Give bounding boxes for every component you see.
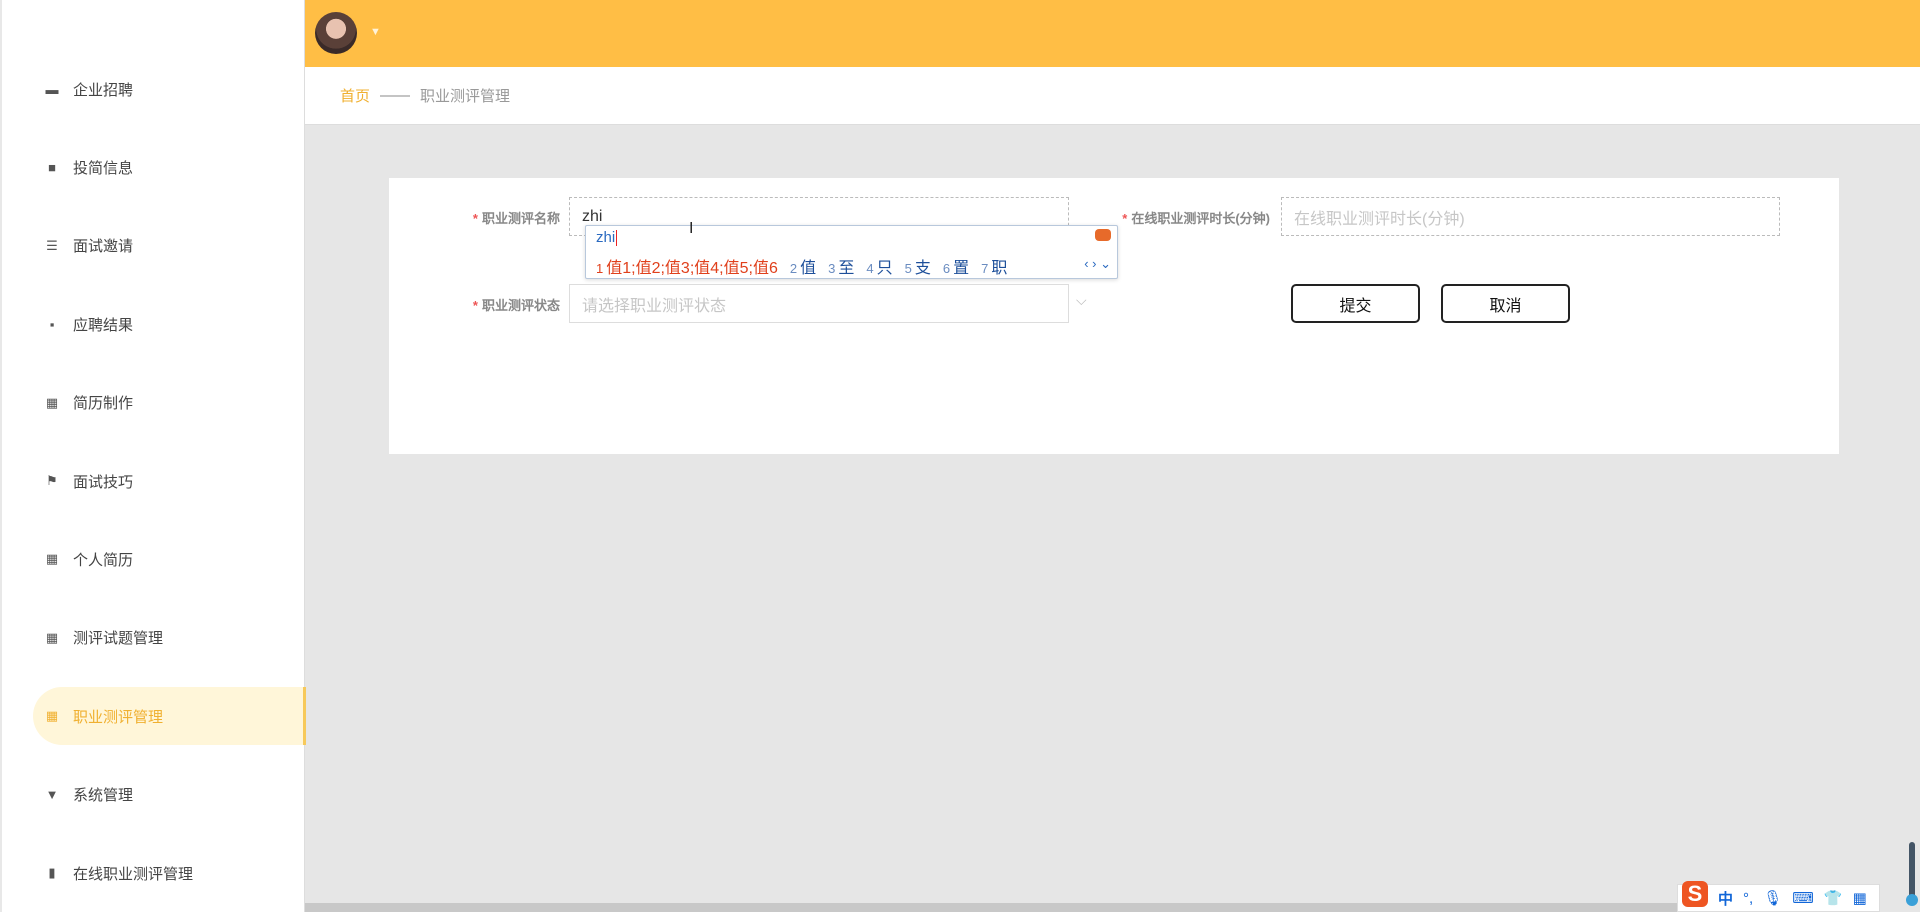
sidebar-item[interactable]: ▦ 个人简历 (33, 530, 306, 588)
volume-slider[interactable] (1906, 842, 1918, 906)
flag-icon: ⚑ (46, 473, 58, 488)
candidate-number: 6 (942, 261, 951, 276)
sidebar-item-label: 测评试题管理 (73, 630, 164, 648)
sidebar-item-label: 个人简历 (73, 551, 134, 569)
user-avatar[interactable] (315, 12, 357, 54)
keyboard-icon[interactable]: ⌨ (1792, 889, 1814, 907)
duration-input[interactable]: 在线职业测评时长(分钟) (1281, 197, 1780, 236)
ime-next-icon[interactable]: ‹ › ⌄ (1084, 256, 1111, 272)
required-mark: * (1122, 211, 1128, 226)
chat-icon: ▪ (49, 316, 55, 332)
candidate-text: 至 (838, 260, 855, 277)
ime-candidates: 1 值1;值2;值3;值4;值5;值6 2 值 3 至 4 只 5 支 6 置 7 职 (596, 254, 1007, 278)
ime-pinyin: zhi (596, 229, 616, 246)
monitor-icon: ▬ (45, 81, 59, 97)
breadcrumb: 首页 —— 职业测评管理 (305, 67, 1920, 125)
text-cursor-icon: I (689, 220, 694, 237)
breadcrumb-separator: —— (380, 87, 411, 104)
chevron-down-icon[interactable]: ⌵ (1076, 292, 1087, 309)
ime-mode-toggle[interactable]: 中 (1718, 888, 1733, 909)
candidate-text: 支 (914, 260, 931, 277)
status-label: * 职业测评状态 (400, 295, 560, 314)
ime-candidate-popup: zhi 1 值1;值2;值3;值4;值5;值6 2 值 3 至 4 只 5 支 6 置 7 职 ‹ › ⌄ (585, 225, 1118, 279)
sidebar-item-label: 职业测评管理 (73, 708, 164, 726)
sidebar-item[interactable]: ▦ 简历制作 (33, 374, 306, 432)
candidate-text: 只 (876, 260, 893, 277)
skin-shirt-icon[interactable]: 👕 (1824, 889, 1843, 907)
sidebar-item-label: 简历制作 (73, 395, 134, 413)
required-mark: * (472, 211, 478, 226)
breadcrumb-current: 职业测评管理 (420, 88, 511, 105)
candidate-number: 7 (981, 261, 989, 276)
sogou-logo-icon[interactable]: S (1682, 881, 1708, 907)
candidate-number: 4 (866, 261, 874, 276)
candidate-number: 1 (596, 261, 604, 276)
candidate-text: 职 (991, 260, 1008, 277)
submit-button[interactable]: 提交 (1291, 284, 1420, 323)
stamp-icon: ▼ (45, 787, 59, 803)
sidebar-item[interactable]: ▬ 企业招聘 (33, 60, 306, 118)
microphone-icon[interactable]: 🎙 (1763, 889, 1782, 907)
sidebar-item[interactable]: ▦ 职业测评管理 (33, 687, 306, 746)
sidebar-item-label: 在线职业测评管理 (73, 865, 194, 883)
grid-icon: ▦ (45, 629, 59, 645)
duration-placeholder: 在线职业测评时长(分钟) (1294, 210, 1465, 228)
required-mark: * (472, 298, 478, 313)
candidate-number: 5 (904, 261, 912, 276)
caret-down-icon[interactable]: ▼ (370, 26, 381, 38)
ime-candidate[interactable]: 3至 (828, 254, 854, 278)
status-label-text: 职业测评状态 (481, 298, 560, 313)
ime-candidate[interactable]: 5支 (905, 254, 931, 278)
sidebar-item-label: 面试邀请 (73, 238, 134, 256)
top-header: ▼ (305, 0, 1920, 67)
ime-candidate[interactable]: 7职 (981, 254, 1007, 278)
ime-toolbar: S 中 °, 🎙 ⌨ 👕 ▦ (1677, 881, 1880, 912)
sidebar-item-label: 投简信息 (73, 159, 134, 177)
candidate-number: 3 (828, 261, 836, 276)
horizontal-scrollbar[interactable] (305, 903, 1705, 912)
grid-icon: ▦ (45, 394, 59, 410)
status-select[interactable]: 请选择职业测评状态 (569, 284, 1069, 323)
sidebar-item[interactable]: ☰ 面试邀请 (33, 217, 306, 275)
ime-mascot-icon (1095, 229, 1111, 241)
sidebar-item-label: 系统管理 (73, 787, 134, 805)
sidebar-item[interactable]: ▪ 应聘结果 (33, 295, 306, 353)
candidate-text: 值1;值2;值3;值4;值5;值6 (606, 260, 778, 277)
candidate-text: 值 (800, 260, 817, 277)
sidebar-item[interactable]: ■ 投简信息 (33, 138, 306, 196)
sidebar-item-label: 应聘结果 (73, 316, 134, 334)
grid-icon: ▦ (45, 551, 59, 567)
sidebar-item-label: 面试技巧 (73, 473, 134, 491)
sidebar: ▬ 企业招聘 ■ 投简信息 ☰ 面试邀请 ▪ 应聘结果 ▦ 简历制作 ⚑ 面试技巧 ▦ 个人简历 ▦ 测评试题… (0, 0, 306, 912)
sidebar-item[interactable]: ▼ 系统管理 (33, 766, 306, 824)
ime-candidate[interactable]: 2值 (790, 254, 816, 278)
status-placeholder: 请选择职业测评状态 (582, 297, 727, 315)
name-label: * 职业测评名称 (400, 208, 560, 227)
sliders-icon: ☰ (46, 237, 58, 253)
sidebar-item[interactable]: ⚑ 面试技巧 (33, 452, 306, 510)
punctuation-toggle[interactable]: °, (1743, 890, 1753, 907)
candidate-text: 置 (953, 260, 970, 277)
cancel-button[interactable]: 取消 (1441, 284, 1570, 323)
sidebar-item[interactable]: ▦ 测评试题管理 (33, 609, 306, 667)
sidebar-item[interactable]: ▮ 在线职业测评管理 (33, 844, 306, 902)
sidebar-item-label: 企业招聘 (73, 81, 134, 99)
briefcase-icon: ■ (48, 159, 56, 175)
duration-label-text: 在线职业测评时长(分钟) (1131, 211, 1270, 226)
ime-candidate[interactable]: 1 值1;值2;值3;值4;值5;值6 (596, 254, 778, 278)
ime-candidate[interactable]: 6置 (943, 254, 969, 278)
name-value: zhi (582, 207, 603, 225)
name-label-text: 职业测评名称 (481, 211, 560, 226)
candidate-number: 2 (789, 261, 798, 276)
grid-icon: ▦ (45, 708, 59, 724)
bar-chart-icon: ▮ (48, 865, 56, 880)
toolbox-grid-icon[interactable]: ▦ (1853, 889, 1867, 907)
ime-candidate[interactable]: 4只 (866, 254, 892, 278)
breadcrumb-home[interactable]: 首页 (340, 85, 370, 106)
